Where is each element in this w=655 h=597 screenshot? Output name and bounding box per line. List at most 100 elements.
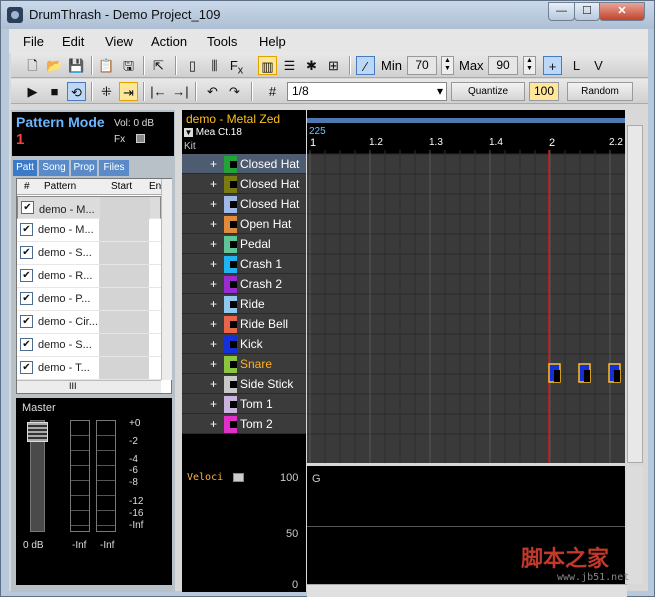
expand-icon[interactable]: + (210, 337, 217, 351)
list-item[interactable]: ✔ demo - Cir... (17, 311, 161, 334)
menu-view[interactable]: View (105, 34, 133, 49)
fx-toggle[interactable] (136, 134, 145, 143)
kit-row[interactable]: + Ride (182, 294, 306, 314)
velocity-scrollbar[interactable] (627, 466, 643, 584)
new-file-icon[interactable]: 🗋 (23, 56, 42, 75)
kit-row[interactable]: + Closed Hat (182, 194, 306, 214)
list-item[interactable]: ✔ demo - P... (17, 288, 161, 311)
open-folder-icon[interactable]: 📂 (45, 56, 64, 75)
kit-row[interactable]: + Pedal (182, 234, 306, 254)
grid-snap-icon[interactable]: # (263, 82, 282, 101)
pattern-checkbox[interactable]: ✔ (20, 315, 33, 328)
stop-icon[interactable]: ■ (45, 82, 64, 101)
expand-icon[interactable]: + (210, 237, 217, 251)
expand-icon[interactable]: + (210, 317, 217, 331)
grid-view-icon[interactable]: ⊞ (324, 56, 343, 75)
kit-row[interactable]: + Tom 2 (182, 414, 306, 434)
export-icon[interactable]: ⇱ (149, 56, 168, 75)
kit-row[interactable]: + Closed Hat (182, 174, 306, 194)
grid-size-select[interactable]: 1/8 ▾ (287, 82, 447, 101)
settings-icon[interactable]: ✱ (302, 56, 321, 75)
kit-row[interactable]: + Ride Bell (182, 314, 306, 334)
loop-icon[interactable]: ⟲ (67, 82, 86, 101)
list-item[interactable]: ✔ demo - S... (17, 242, 161, 265)
pattern-checkbox[interactable]: ✔ (20, 361, 33, 374)
velocity-toggle-icon[interactable] (233, 473, 244, 482)
velocity-random-icon[interactable]: ⁄ (356, 56, 375, 75)
kit-row[interactable]: + Tom 1 (182, 394, 306, 414)
maximize-button[interactable]: ☐ (574, 2, 600, 21)
line-tool-icon[interactable]: L (567, 56, 586, 75)
list-item[interactable]: ✔ demo - R... (17, 265, 161, 288)
pattern-checkbox[interactable]: ✔ (20, 269, 33, 282)
pattern-checkbox[interactable]: ✔ (20, 246, 33, 259)
insert-icon[interactable]: ⇥ (119, 82, 138, 101)
list-item[interactable]: ✔ demo - M... (17, 196, 161, 219)
kit-row[interactable]: + Crash 1 (182, 254, 306, 274)
kit-row[interactable]: + Side Stick (182, 374, 306, 394)
expand-icon[interactable]: + (210, 377, 217, 391)
grid-vertical-scrollbar[interactable] (627, 125, 643, 463)
min-value-input[interactable]: 70 (407, 56, 437, 75)
tab-song[interactable]: Song (39, 160, 69, 176)
expand-icon[interactable]: + (210, 417, 217, 431)
list-horizontal-scrollbar[interactable]: III (17, 380, 161, 393)
kit-row[interactable]: + Crash 2 (182, 274, 306, 294)
expand-icon[interactable]: + (210, 197, 217, 211)
menu-action[interactable]: Action (151, 34, 187, 49)
piano-roll-icon[interactable]: ▥ (258, 56, 277, 75)
v-tool-icon[interactable]: V (589, 56, 608, 75)
min-spinner[interactable]: ▲ ▼ (441, 56, 454, 75)
expand-icon[interactable]: + (210, 357, 217, 371)
col-start[interactable]: Start (111, 181, 132, 192)
scroll-thumb[interactable]: III (69, 381, 77, 391)
menu-tools[interactable]: Tools (207, 34, 237, 49)
menu-file[interactable]: File (23, 34, 44, 49)
save-as-icon[interactable]: 🖫 (119, 56, 138, 75)
col-index[interactable]: # (24, 181, 30, 192)
clipboard-icon[interactable]: 📋 (97, 56, 116, 75)
fx-icon[interactable]: Fx (227, 56, 246, 77)
col-end[interactable]: En (149, 181, 161, 192)
quantize-button[interactable]: Quantize (451, 82, 525, 101)
minimize-button[interactable]: — (548, 2, 575, 21)
metronome-icon[interactable]: ▯ (183, 56, 202, 75)
col-pattern[interactable]: Pattern (44, 181, 76, 192)
list-vertical-scrollbar[interactable] (161, 179, 172, 380)
play-icon[interactable]: ▶ (23, 82, 42, 101)
pattern-checkbox[interactable]: ✔ (20, 223, 33, 236)
kit-row[interactable]: + Kick (182, 334, 306, 354)
save-icon[interactable]: 💾 (67, 56, 86, 75)
kit-row[interactable]: + Closed Hat (182, 154, 306, 174)
expand-icon[interactable]: + (210, 217, 217, 231)
expand-icon[interactable]: + (210, 277, 217, 291)
tab-prop[interactable]: Prop (71, 160, 97, 176)
random-button[interactable]: Random (567, 82, 633, 101)
list-item[interactable]: ✔ demo - T... (17, 357, 161, 380)
max-value-input[interactable]: 90 (488, 56, 518, 75)
pattern-checkbox[interactable]: ✔ (20, 338, 33, 351)
expand-icon[interactable]: + (210, 297, 217, 311)
grid-horizontal-scrollbar[interactable] (307, 584, 627, 597)
pattern-checkbox[interactable]: ✔ (20, 292, 33, 305)
list-item[interactable]: ✔ demo - M... (17, 219, 161, 242)
scatter-icon[interactable]: ⁜ (97, 82, 116, 101)
kit-row[interactable]: + Open Hat (182, 214, 306, 234)
expand-icon[interactable]: + (210, 157, 217, 171)
expand-icon[interactable]: + (210, 397, 217, 411)
mixer-icon[interactable]: ⫼ (205, 56, 224, 75)
kit-row[interactable]: + Snare (182, 354, 306, 374)
marker-start-icon[interactable]: |← (149, 82, 168, 101)
close-button[interactable]: ✕ (599, 2, 645, 21)
measure-count[interactable]: ▼ Mea Ct.18 (184, 127, 242, 138)
list-item[interactable]: ✔ demo - S... (17, 334, 161, 357)
marker-end-icon[interactable]: →| (171, 82, 190, 101)
redo-icon[interactable]: ↷ (225, 82, 244, 101)
note-grid[interactable]: 225 1 1.2 1.3 1.4 2 2.2 (307, 110, 625, 463)
max-spinner[interactable]: ▲ ▼ (523, 56, 536, 75)
tab-patt[interactable]: Patt (13, 160, 37, 176)
quantize-value-input[interactable]: 100 (529, 82, 559, 101)
master-fader-knob[interactable] (27, 422, 48, 442)
expand-icon[interactable]: + (210, 257, 217, 271)
list-view-icon[interactable]: ☰ (280, 56, 299, 75)
